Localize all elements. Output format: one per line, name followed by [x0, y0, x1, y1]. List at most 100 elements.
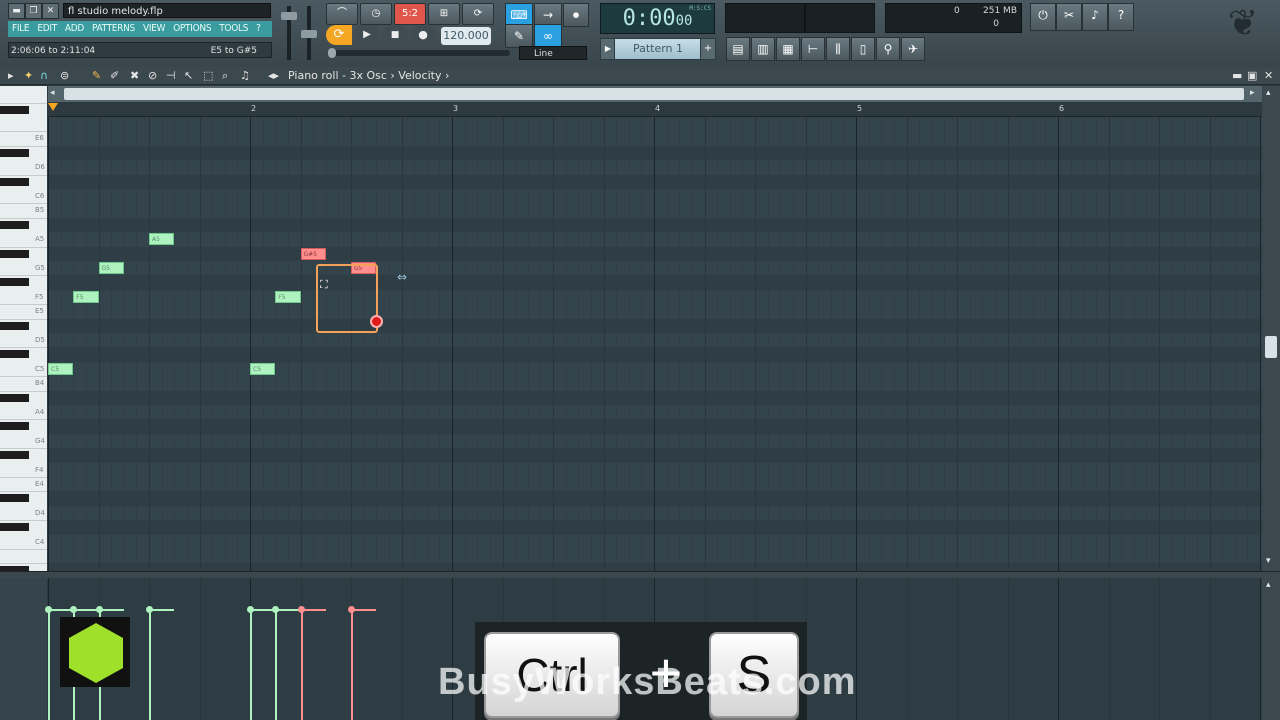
- note-grid[interactable]: C5 F5 G5 A5 C5 F5 G#5 G5: [48, 117, 1262, 571]
- brush-icon[interactable]: ✎: [505, 24, 533, 48]
- menu-file[interactable]: FILE: [8, 21, 33, 37]
- black-key[interactable]: [0, 494, 29, 503]
- black-key[interactable]: [0, 523, 29, 532]
- brush-tool-icon[interactable]: ✐: [110, 67, 119, 84]
- velocity-stem[interactable]: [297, 606, 326, 720]
- browser-icon[interactable]: ⊢: [801, 37, 825, 61]
- delete-tool-icon[interactable]: ✖: [130, 67, 139, 84]
- velocity-handle[interactable]: [45, 606, 52, 613]
- pr-maximize-icon[interactable]: ▣: [1247, 67, 1257, 84]
- scroll-left-icon[interactable]: ◂: [50, 88, 60, 100]
- master-volume-handle[interactable]: [281, 12, 297, 20]
- menu-view[interactable]: VIEW: [139, 21, 169, 37]
- black-key[interactable]: [0, 422, 29, 431]
- menu-patterns[interactable]: PATTERNS: [88, 21, 139, 37]
- playlist-icon[interactable]: ▤: [726, 37, 750, 61]
- close-icon[interactable]: ✕: [42, 3, 59, 19]
- step-edit-icon[interactable]: ⊞: [428, 3, 460, 25]
- black-key[interactable]: [0, 321, 29, 330]
- piano-roll-path[interactable]: Piano roll - 3x Osc › Velocity ›: [288, 67, 449, 84]
- black-key[interactable]: [0, 249, 29, 258]
- microphone-icon[interactable]: ♪: [1082, 3, 1108, 31]
- note[interactable]: G5: [98, 262, 124, 274]
- link-icon[interactable]: ∞: [534, 24, 562, 48]
- slice-tool-icon[interactable]: ⊣: [166, 67, 176, 84]
- project-icon[interactable]: ▯: [851, 37, 875, 61]
- pattern-selector[interactable]: Pattern 1: [614, 38, 702, 60]
- velocity-stem[interactable]: [247, 606, 276, 720]
- piano-roll-icon[interactable]: ▥: [751, 37, 775, 61]
- zoom-icon[interactable]: ⌕: [222, 67, 228, 84]
- play-button[interactable]: ▶: [354, 25, 380, 45]
- recording-icon[interactable]: ⏺: [563, 3, 589, 27]
- minimize-icon[interactable]: ▬: [8, 3, 25, 19]
- settings-icon[interactable]: ✂: [1056, 3, 1082, 31]
- magnet-icon[interactable]: ∩: [40, 67, 48, 84]
- stamp-icon[interactable]: ⊜: [60, 67, 69, 84]
- piano-keyboard[interactable]: E6 D6 C6 B5 A5 G5 F5 E5 D5 C5 B4 A4 G4 F4 E4 D4 C4: [0, 86, 47, 571]
- vscroll-thumb[interactable]: [1265, 336, 1277, 358]
- velocity-handle[interactable]: [272, 606, 280, 613]
- horizontal-scrollbar[interactable]: ◂ ▸: [48, 86, 1262, 102]
- velocity-handle[interactable]: [348, 606, 355, 613]
- black-key[interactable]: [0, 105, 29, 114]
- menu-add[interactable]: ADD: [61, 21, 88, 37]
- scroll-up-icon[interactable]: ▴: [1266, 88, 1271, 98]
- power-icon[interactable]: ⏻: [1030, 3, 1056, 31]
- pencil-icon[interactable]: ✎: [92, 67, 101, 84]
- menu-edit[interactable]: EDIT: [33, 21, 61, 37]
- scroll-right-icon[interactable]: ▸: [1250, 88, 1260, 100]
- velocity-handle[interactable]: [297, 606, 305, 613]
- note[interactable]: C5: [48, 362, 74, 375]
- velocity-handle[interactable]: [95, 606, 103, 613]
- velocity-stem[interactable]: [348, 606, 377, 720]
- black-key[interactable]: [0, 350, 29, 359]
- note[interactable]: A5: [149, 233, 175, 246]
- piano-roll-menu-icon[interactable]: ▸: [8, 67, 14, 84]
- menu-tools[interactable]: TOOLS: [215, 21, 252, 37]
- target-arrow-icon[interactable]: ◂▸: [268, 67, 279, 84]
- plugin-icon[interactable]: ⚲: [876, 37, 900, 61]
- mixer-icon[interactable]: ⫼: [826, 37, 850, 61]
- channel-rack-icon[interactable]: ▦: [776, 37, 800, 61]
- zoom-rect-icon[interactable]: ⬚: [203, 67, 213, 84]
- numbox-display[interactable]: 5:2: [394, 3, 426, 25]
- blend-notes-icon[interactable]: ⟳: [462, 3, 494, 25]
- wrench-icon[interactable]: ✦: [24, 67, 33, 84]
- note[interactable]: F5: [275, 290, 301, 303]
- selection-box[interactable]: [316, 264, 378, 333]
- pattern-add-icon[interactable]: +: [700, 38, 716, 60]
- velocity-handle[interactable]: [70, 606, 78, 613]
- record-button[interactable]: ●: [410, 25, 436, 45]
- black-key[interactable]: [0, 220, 29, 229]
- velocity-stem[interactable]: [146, 606, 175, 720]
- help-icon[interactable]: ?: [1108, 3, 1134, 31]
- menu-help[interactable]: ?: [252, 21, 264, 37]
- note[interactable]: F5: [73, 290, 99, 303]
- speaker-icon[interactable]: ♫: [240, 67, 250, 84]
- black-key[interactable]: [0, 451, 29, 460]
- black-key[interactable]: [0, 177, 29, 186]
- select-tool-icon[interactable]: ↖: [184, 67, 193, 84]
- song-position-slider[interactable]: [330, 50, 510, 56]
- black-key[interactable]: [0, 278, 29, 287]
- event-scrollbar[interactable]: ▴: [1262, 578, 1280, 720]
- velocity-stem[interactable]: [272, 606, 301, 720]
- velocity-handle[interactable]: [247, 606, 254, 613]
- note[interactable]: C5: [250, 362, 276, 375]
- master-pitch-handle[interactable]: [301, 30, 317, 38]
- pr-close-icon[interactable]: ✕: [1264, 67, 1273, 84]
- note[interactable]: G#5: [300, 247, 326, 260]
- menu-options[interactable]: OPTIONS: [169, 21, 215, 37]
- playhead-marker[interactable]: [48, 103, 58, 111]
- metronome-icon[interactable]: ⌒: [326, 3, 358, 25]
- mute-tool-icon[interactable]: ⊘: [148, 67, 157, 84]
- snap-select[interactable]: Line: [519, 46, 587, 60]
- time-display[interactable]: 0:0000 M:S:CS: [600, 3, 715, 34]
- pr-minimize-icon[interactable]: ▬: [1232, 67, 1242, 84]
- scroll-down-icon[interactable]: ▾: [1266, 556, 1271, 566]
- black-key[interactable]: [0, 148, 29, 157]
- restore-icon[interactable]: ❐: [25, 3, 42, 19]
- song-pattern-toggle[interactable]: ⟳: [326, 25, 352, 45]
- scroll-thumb[interactable]: [64, 88, 1244, 100]
